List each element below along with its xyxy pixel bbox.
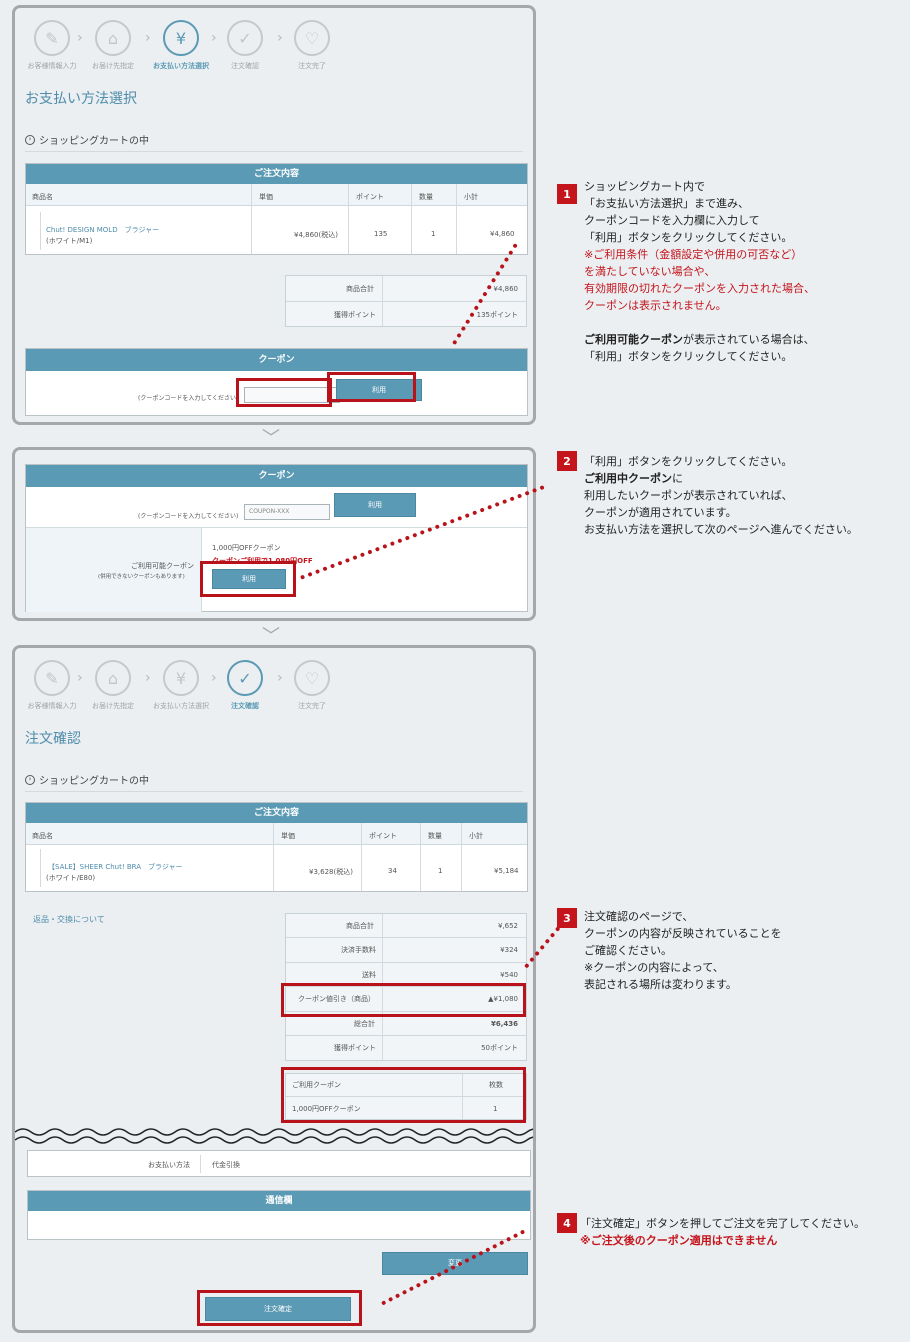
product-link[interactable]: Chut! DESIGN MOLD ブラジャー <box>46 225 159 235</box>
cart-section-heading: › ショッピングカートの中 <box>25 772 149 787</box>
pencil-icon: ✎ <box>34 660 70 696</box>
page-title: お支払い方法選択 <box>25 91 137 107</box>
points: 135 <box>374 230 388 238</box>
unit-price: ¥4,860(税込) <box>294 231 338 239</box>
summary-row: 獲得ポイント 50ポイント <box>334 1044 518 1052</box>
yen-icon: ¥ <box>163 660 199 696</box>
cart-section-heading: › ショッピングカートの中 <box>25 132 149 147</box>
product-link[interactable]: 【SALE】SHEER Chut! BRA ブラジャー <box>48 862 183 872</box>
highlight-confirm-button <box>197 1290 362 1326</box>
subtotal: ¥4,860 <box>490 230 515 238</box>
check-icon: ✓ <box>227 660 263 696</box>
progress-steps: ✎ お客様情報入力 › ⌂ お届け先指定 › ¥ お支払い方法選択 › ✓ 注文確認 ›… <box>15 648 533 718</box>
points: 34 <box>388 867 397 875</box>
subtotal: ¥5,184 <box>494 867 519 875</box>
house-icon: ⌂ <box>95 20 131 56</box>
note-2: 「利用」ボタンをクリックしてください。 ご利用中クーポンに 利用したいクーポンが… <box>584 455 858 536</box>
unit-price: ¥3,628(税込) <box>309 868 353 876</box>
coupon-code-input[interactable]: COUPON-XXX <box>244 504 330 520</box>
summary-row: 決済手数料 ¥324 <box>286 938 526 963</box>
order-table: ご注文内容 商品名 単価 ポイント 数量 小計 【SALE】SHEER Chut… <box>25 802 528 892</box>
highlight-coupon-input <box>236 378 332 407</box>
heart-icon: ♡ <box>294 20 330 56</box>
highlight-use-button <box>327 372 416 402</box>
coupon-name: 1,000円OFFクーポン <box>212 544 281 552</box>
order-table-header: ご注文内容 <box>26 164 527 184</box>
note-1: ショッピングカート内で 「お支払い方法選択」まで進み、 クーポンコードを入力欄に… <box>584 180 815 363</box>
panel-payment-method: ✎ お客様情報入力 › ⌂ お届け先指定 › ¥ お支払い方法選択 › ✓ 注文確認 ›… <box>12 5 536 425</box>
heart-icon: ♡ <box>294 660 330 696</box>
step-number-badge: 2 <box>557 451 577 471</box>
coupon-use-button[interactable]: 利用 <box>334 493 416 517</box>
note-4: 「注文確定」ボタンを押してご注文を完了してください。 ※ご注文後のクーポン適用は… <box>580 1217 866 1247</box>
order-table-columns: 商品名 単価 ポイント 数量 小計 <box>26 823 527 845</box>
highlight-coupon-discount <box>281 983 526 1017</box>
order-table-header: ご注文内容 <box>26 803 527 823</box>
step-complete: ♡ 注文完了 <box>272 20 352 71</box>
returns-link[interactable]: 返品・交換について <box>33 914 105 925</box>
pencil-icon: ✎ <box>34 20 70 56</box>
progress-steps: ✎ お客様情報入力 › ⌂ お届け先指定 › ¥ お支払い方法選択 › ✓ 注文確認 ›… <box>15 8 533 78</box>
payment-method-box: お支払い方法 代金引換 <box>27 1150 531 1177</box>
order-table-columns: 商品名 単価 ポイント 数量 小計 <box>26 184 527 206</box>
quantity: 1 <box>438 867 443 875</box>
summary-row: 獲得ポイント 135ポイント <box>334 310 518 319</box>
page-title: 注文確認 <box>25 731 81 747</box>
circle-chevron-icon: › <box>25 774 35 785</box>
comm-header: 通信欄 <box>28 1191 530 1211</box>
step-number-badge: 1 <box>557 184 577 204</box>
coupon-prompt: (クーポンコードを入力してください) <box>138 395 239 402</box>
divider <box>25 791 523 792</box>
coupon-prompt: (クーポンコードを入力してください) <box>138 513 239 520</box>
divider <box>25 151 523 152</box>
order-table: ご注文内容 商品名 単価 ポイント 数量 小計 Chut! DESIGN MOL… <box>25 163 528 255</box>
house-icon: ⌂ <box>95 660 131 696</box>
product-variant: (ホワイト/M1) <box>46 237 93 245</box>
product-variant: (ホワイト/E80) <box>46 874 96 882</box>
step-number-badge: 3 <box>557 908 577 928</box>
note-3: 注文確認のページで、 クーポンの内容が反映されていることを ご確認ください。 ※… <box>584 910 782 991</box>
wave-divider <box>15 1128 533 1144</box>
comm-box: 通信欄 <box>27 1190 531 1240</box>
highlight-available-coupon <box>200 561 296 597</box>
highlight-used-coupon <box>281 1067 526 1123</box>
available-coupon-label: ご利用可能クーポン <box>131 562 194 570</box>
step-number-badge: 4 <box>557 1213 577 1233</box>
payment-method-value: 代金引換 <box>212 1161 240 1169</box>
check-icon: ✓ <box>227 20 263 56</box>
circle-chevron-icon: › <box>25 134 35 145</box>
payment-method-label: お支払い方法 <box>148 1161 190 1169</box>
available-coupon-note: (併用できないクーポンもあります) <box>98 574 185 580</box>
summary-row: 商品合計 ¥,652 <box>286 914 526 938</box>
coupon-header: クーポン <box>26 349 527 371</box>
quantity: 1 <box>431 230 436 238</box>
yen-icon: ¥ <box>163 20 199 56</box>
coupon-header: クーポン <box>26 465 527 487</box>
step-complete: ♡ 注文完了 <box>272 660 352 711</box>
